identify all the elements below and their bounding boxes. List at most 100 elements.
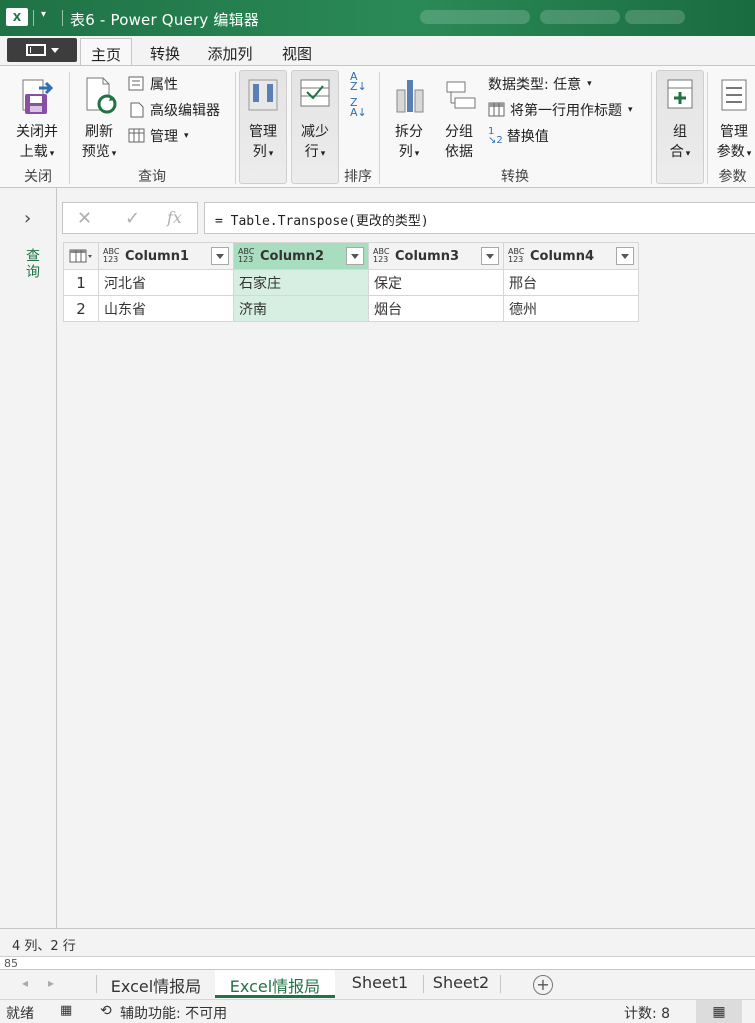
sort-descending-button[interactable]: Z A↓ bbox=[350, 97, 367, 118]
table-cell[interactable]: 邢台 bbox=[503, 269, 639, 296]
tab-add-column[interactable]: 添加列 bbox=[198, 38, 262, 66]
table-cell[interactable]: 石家庄 bbox=[233, 269, 369, 296]
advanced-editor-icon bbox=[130, 102, 144, 118]
filter-dropdown-icon[interactable] bbox=[211, 247, 229, 265]
sheet-tab[interactable]: Sheet1 bbox=[340, 970, 420, 998]
advanced-editor-button[interactable]: 高级编辑器 bbox=[128, 100, 220, 120]
scroll-left-icon[interactable]: ◂ bbox=[22, 976, 28, 990]
group-label-close: 关闭 bbox=[24, 169, 52, 185]
table-cell[interactable]: 山东省 bbox=[98, 295, 234, 322]
sheet-tab[interactable]: Sheet2 bbox=[426, 970, 496, 998]
any-type-icon[interactable]: ABC 123 bbox=[508, 248, 530, 264]
column-header[interactable]: ABC 123 Column2 bbox=[233, 242, 369, 270]
ready-status: 就绪 bbox=[6, 1006, 34, 1022]
formula-input[interactable]: = Table.Transpose(更改的类型) bbox=[204, 202, 755, 234]
group-by-button[interactable]: 分组 依据 bbox=[436, 76, 482, 162]
row-number[interactable]: 2 bbox=[63, 295, 99, 322]
properties-label: 属性 bbox=[150, 77, 178, 93]
commit-formula-icon[interactable]: ✓ bbox=[125, 208, 140, 229]
manage-columns-label: 管理 bbox=[249, 124, 277, 140]
cancel-formula-icon[interactable]: ✕ bbox=[77, 208, 92, 229]
sheet-tab-active[interactable]: Excel情报局 bbox=[215, 970, 335, 998]
group-by-label: 分组 bbox=[445, 124, 473, 140]
queries-pane-label[interactable]: 查询 bbox=[22, 248, 42, 280]
manage-columns-button[interactable]: 管理 列 ▾ bbox=[241, 76, 285, 164]
parameters-icon bbox=[721, 79, 747, 111]
table-select-all[interactable] bbox=[63, 242, 99, 270]
tab-divider bbox=[96, 975, 97, 993]
manage-button[interactable]: 管理 ▾ bbox=[128, 126, 189, 146]
row-number[interactable]: 1 bbox=[63, 269, 99, 296]
group-divider bbox=[69, 72, 70, 184]
macro-record-icon[interactable]: ▦ bbox=[60, 1003, 72, 1018]
count-status: 计数: 8 bbox=[624, 1006, 671, 1022]
column-header[interactable]: ABC 123 Column4 bbox=[503, 242, 639, 270]
table-cell[interactable]: 德州 bbox=[503, 295, 639, 322]
any-type-icon[interactable]: ABC 123 bbox=[103, 248, 125, 264]
refresh-label: 预览 bbox=[81, 144, 110, 160]
filter-dropdown-icon[interactable] bbox=[616, 247, 634, 265]
table-row: 1 河北省 石家庄 保定 邢台 bbox=[63, 269, 639, 296]
add-sheet-icon[interactable]: + bbox=[533, 975, 553, 995]
normal-view-icon[interactable]: ▦ bbox=[696, 1000, 742, 1023]
table-cell[interactable]: 保定 bbox=[368, 269, 504, 296]
excel-background-row: 85 bbox=[0, 956, 755, 970]
properties-icon bbox=[128, 76, 144, 91]
reduce-rows-label: 行 bbox=[304, 144, 319, 160]
quick-access-dropdown-icon[interactable]: ▾ bbox=[41, 9, 55, 25]
scroll-right-icon[interactable]: ▸ bbox=[48, 976, 54, 990]
split-column-button[interactable]: 拆分 列 ▾ bbox=[386, 76, 432, 164]
data-type-dropdown[interactable]: 数据类型: 任意 ▾ bbox=[488, 74, 592, 94]
title-divider bbox=[62, 10, 63, 26]
reduce-rows-icon bbox=[300, 79, 330, 107]
group-label-transform: 转换 bbox=[501, 169, 529, 185]
refresh-preview-button[interactable]: 刷新 预览 ▾ bbox=[74, 76, 124, 164]
sort-ascending-button[interactable]: A Z↓ bbox=[350, 71, 367, 92]
group-label-sort: 排序 bbox=[344, 169, 372, 185]
table-cell[interactable]: 烟台 bbox=[368, 295, 504, 322]
any-type-icon[interactable]: ABC 123 bbox=[238, 248, 260, 264]
split-column-label: 拆分 bbox=[395, 124, 423, 140]
tab-transform[interactable]: 转换 bbox=[138, 38, 192, 66]
accessibility-status[interactable]: 辅助功能: 不可用 bbox=[120, 1003, 227, 1023]
sheet-tab[interactable]: Excel情报局 bbox=[100, 970, 212, 998]
table-cell[interactable]: 济南 bbox=[233, 295, 369, 322]
column-name: Column1 bbox=[125, 248, 190, 264]
group-divider bbox=[235, 72, 236, 184]
tab-view[interactable]: 视图 bbox=[270, 38, 324, 66]
filter-dropdown-icon[interactable] bbox=[481, 247, 499, 265]
column-header[interactable]: ABC 123 Column3 bbox=[368, 242, 504, 270]
data-grid: ABC 123 Column1 ABC 123 Column2 ABC 123 Column… bbox=[63, 242, 639, 322]
chevron-down-icon bbox=[50, 47, 59, 53]
filter-dropdown-icon[interactable] bbox=[346, 247, 364, 265]
split-column-icon bbox=[396, 80, 424, 113]
header-row: ABC 123 Column1 ABC 123 Column2 ABC 123 Column… bbox=[63, 242, 639, 270]
properties-button[interactable]: 属性 bbox=[128, 74, 178, 94]
refresh-icon bbox=[86, 77, 117, 114]
file-icon bbox=[25, 44, 46, 56]
fx-icon[interactable]: fx bbox=[167, 208, 182, 227]
group-label-params: 参数 bbox=[718, 169, 747, 185]
file-menu-button[interactable] bbox=[7, 38, 77, 62]
queries-pane-collapsed: › 查询 bbox=[0, 188, 57, 928]
combine-button[interactable]: 组 合 ▾ bbox=[658, 76, 702, 164]
any-type-icon[interactable]: ABC 123 bbox=[373, 248, 395, 264]
group-divider bbox=[707, 72, 708, 184]
group-by-icon bbox=[446, 81, 476, 109]
expand-chevron-icon[interactable]: › bbox=[24, 208, 31, 229]
group-divider bbox=[379, 72, 380, 184]
tab-home[interactable]: 主页 bbox=[80, 38, 132, 66]
status-bar: 就绪 ▦ ⟲ 辅助功能: 不可用 计数: 8 ▦ bbox=[0, 999, 755, 1023]
column-header[interactable]: ABC 123 Column1 bbox=[98, 242, 234, 270]
table-cell[interactable]: 河北省 bbox=[98, 269, 234, 296]
reduce-rows-button[interactable]: 减少 行 ▾ bbox=[293, 76, 337, 164]
column-name: Column2 bbox=[260, 248, 325, 264]
reduce-rows-label: 减少 bbox=[301, 124, 329, 140]
combine-icon bbox=[667, 79, 693, 109]
close-and-load-button[interactable]: 关闭并 上载 ▾ bbox=[8, 76, 66, 164]
manage-table-icon bbox=[128, 128, 145, 143]
use-first-row-as-headers-button[interactable]: 将第一行用作标题 ▾ bbox=[488, 100, 633, 120]
title-bar: X ▾ 表6 - Power Query 编辑器 bbox=[0, 0, 755, 36]
manage-parameters-button[interactable]: 管理 参数 ▾ bbox=[712, 76, 755, 164]
replace-values-button[interactable]: 1 ↘2 替换值 bbox=[488, 126, 549, 146]
